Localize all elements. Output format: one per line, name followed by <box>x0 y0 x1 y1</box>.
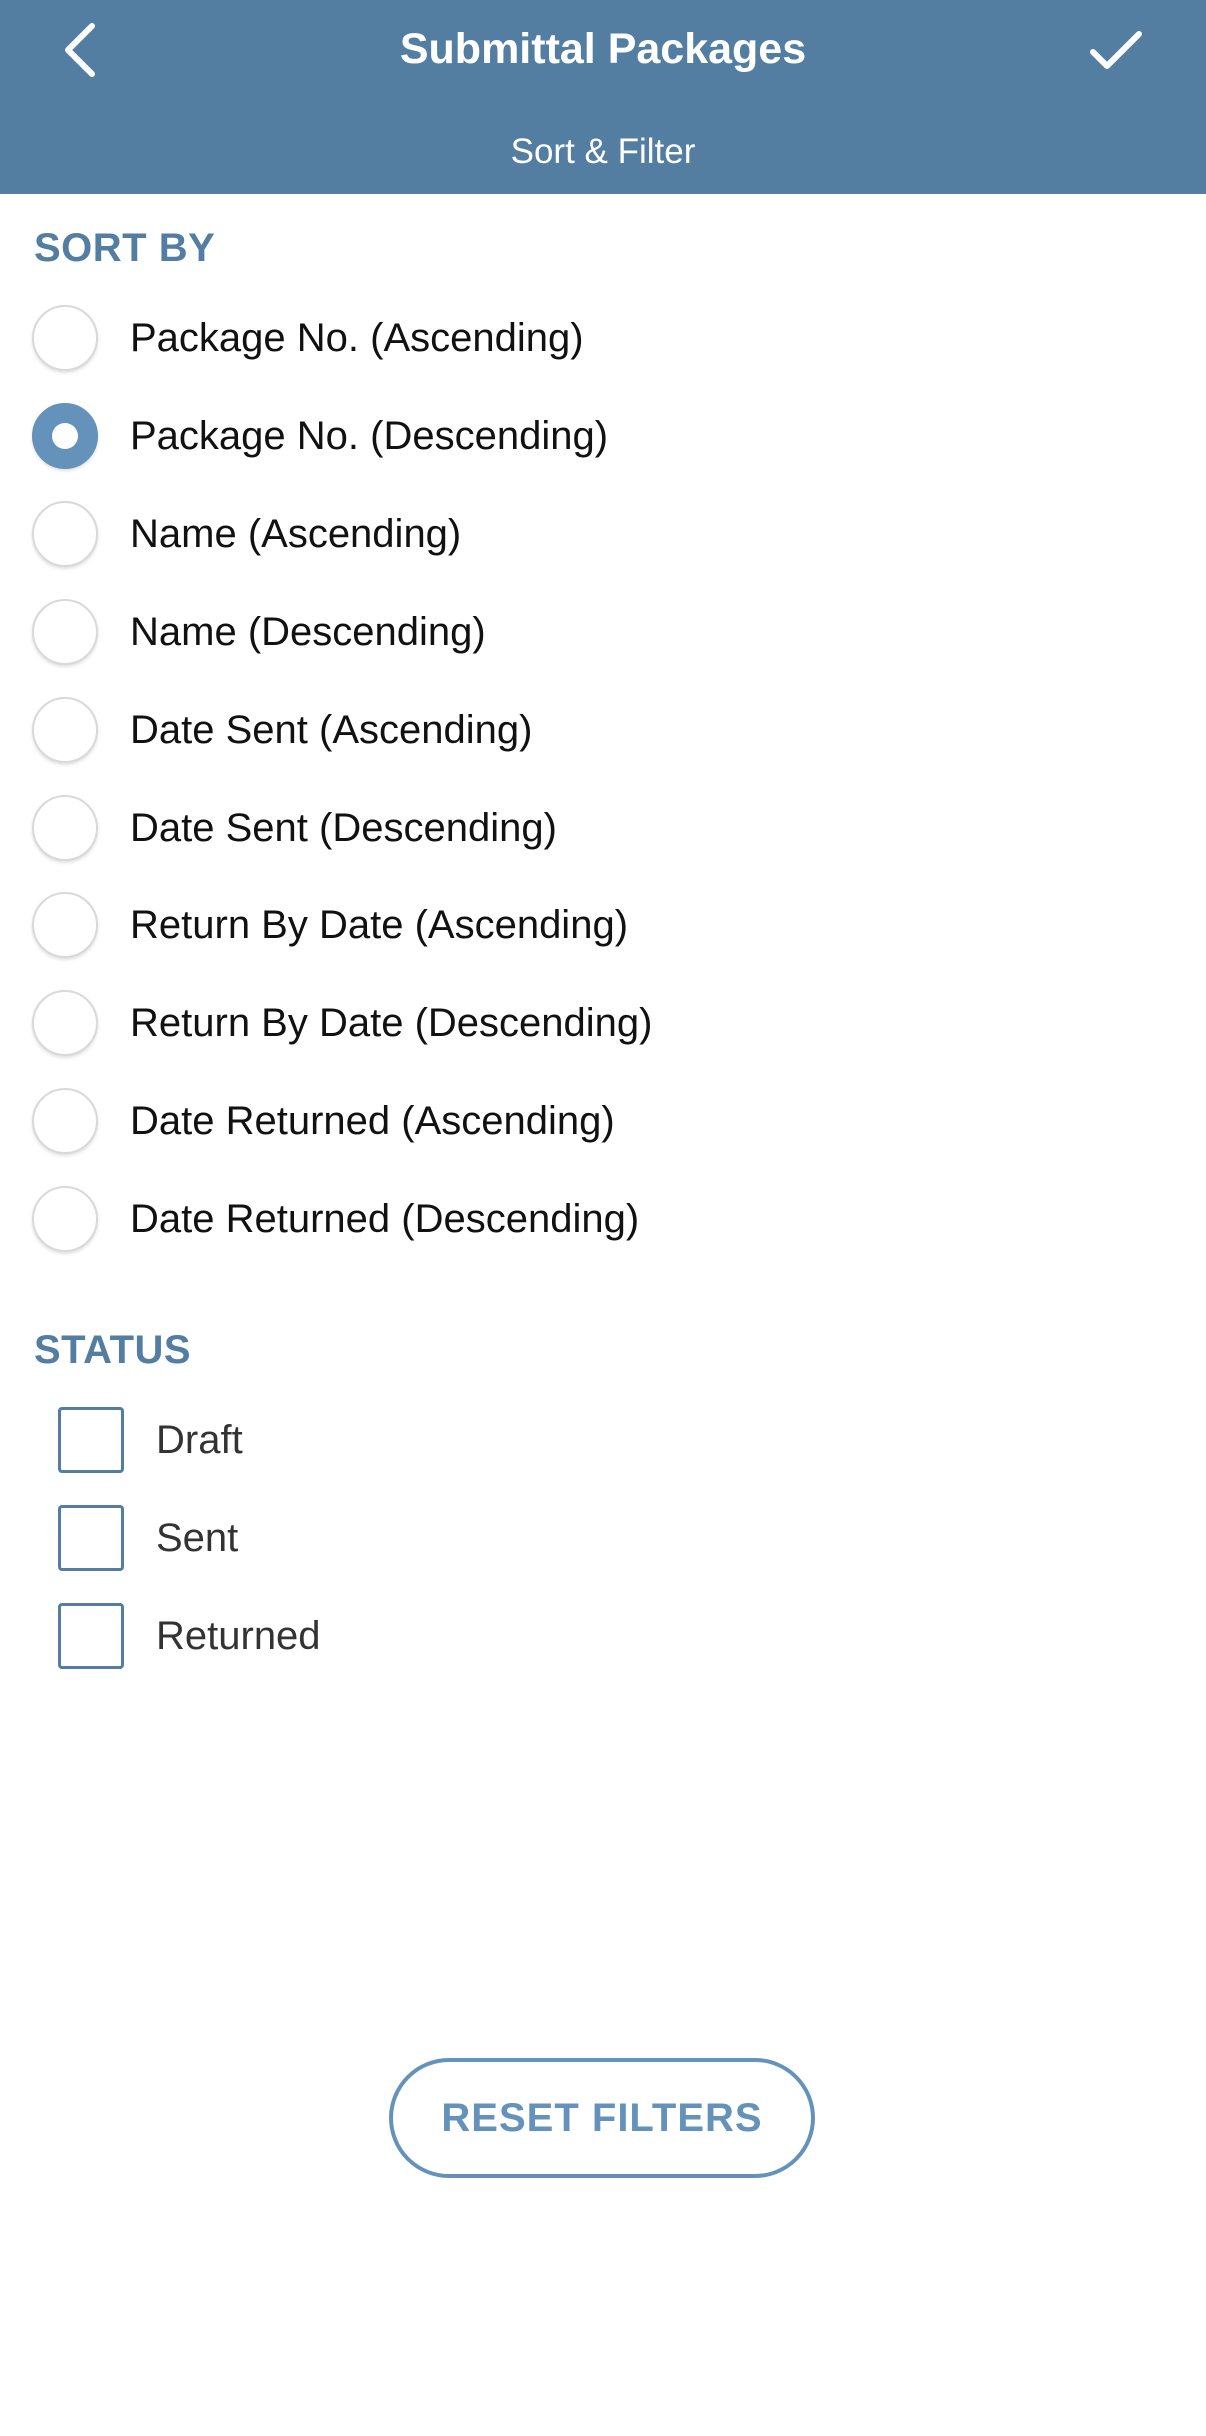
sort-option-return-by-asc[interactable]: Return By Date (Ascending) <box>32 883 1172 967</box>
sort-option-name-desc[interactable]: Name (Descending) <box>32 590 1172 674</box>
sort-option-label: Return By Date (Ascending) <box>130 902 629 947</box>
sort-option-label: Return By Date (Descending) <box>130 1000 653 1045</box>
checkmark-icon <box>1090 31 1142 69</box>
sort-option-label: Package No. (Ascending) <box>130 315 584 360</box>
page-title: Submittal Packages <box>399 25 807 73</box>
radio-button[interactable] <box>32 501 98 567</box>
sort-option-label: Date Sent (Descending) <box>130 805 557 850</box>
sort-option-label: Name (Descending) <box>130 609 486 654</box>
status-option-label: Sent <box>156 1515 239 1560</box>
nav-header: Submittal Packages Sort & Filter <box>0 0 1206 194</box>
sort-option-date-returned-asc[interactable]: Date Returned (Ascending) <box>32 1079 1172 1163</box>
radio-button[interactable] <box>32 599 98 665</box>
sort-option-label: Name (Ascending) <box>130 511 462 556</box>
sort-option-date-sent-desc[interactable]: Date Sent (Descending) <box>32 786 1172 870</box>
sort-option-date-returned-desc[interactable]: Date Returned (Descending) <box>32 1177 1172 1261</box>
sort-option-date-sent-asc[interactable]: Date Sent (Ascending) <box>32 688 1172 772</box>
checkbox[interactable] <box>58 1407 124 1473</box>
radio-button-selected[interactable] <box>32 403 98 469</box>
radio-button[interactable] <box>32 1186 98 1252</box>
radio-button[interactable] <box>32 1088 98 1154</box>
radio-button[interactable] <box>32 697 98 763</box>
sort-option-label: Date Returned (Ascending) <box>130 1098 615 1143</box>
sort-option-return-by-desc[interactable]: Return By Date (Descending) <box>32 981 1172 1065</box>
sort-option-name-asc[interactable]: Name (Ascending) <box>32 492 1172 576</box>
radio-button[interactable] <box>32 892 98 958</box>
radio-button[interactable] <box>32 305 98 371</box>
sort-option-package-no-asc[interactable]: Package No. (Ascending) <box>32 296 1172 380</box>
status-option-label: Draft <box>156 1417 243 1462</box>
status-heading: STATUS <box>34 1328 192 1372</box>
sort-option-label: Date Sent (Ascending) <box>130 707 533 752</box>
page-subtitle: Sort & Filter <box>510 132 696 171</box>
radio-button[interactable] <box>32 795 98 861</box>
radio-button[interactable] <box>32 990 98 1056</box>
status-option-returned[interactable]: Returned <box>58 1596 1158 1676</box>
checkbox[interactable] <box>58 1603 124 1669</box>
status-option-sent[interactable]: Sent <box>58 1498 1158 1578</box>
sort-filter-screen: Submittal Packages Sort & Filter SORT BY… <box>0 0 1206 2436</box>
status-option-draft[interactable]: Draft <box>58 1400 1158 1480</box>
sort-by-heading: SORT BY <box>34 226 216 270</box>
checkbox[interactable] <box>58 1505 124 1571</box>
sort-option-label: Date Returned (Descending) <box>130 1196 640 1241</box>
sort-option-label: Package No. (Descending) <box>130 413 609 458</box>
status-option-label: Returned <box>156 1613 321 1658</box>
reset-filters-button[interactable]: RESET FILTERS <box>389 2058 815 2178</box>
done-button[interactable] <box>1066 10 1166 90</box>
sort-option-package-no-desc[interactable]: Package No. (Descending) <box>32 394 1172 478</box>
